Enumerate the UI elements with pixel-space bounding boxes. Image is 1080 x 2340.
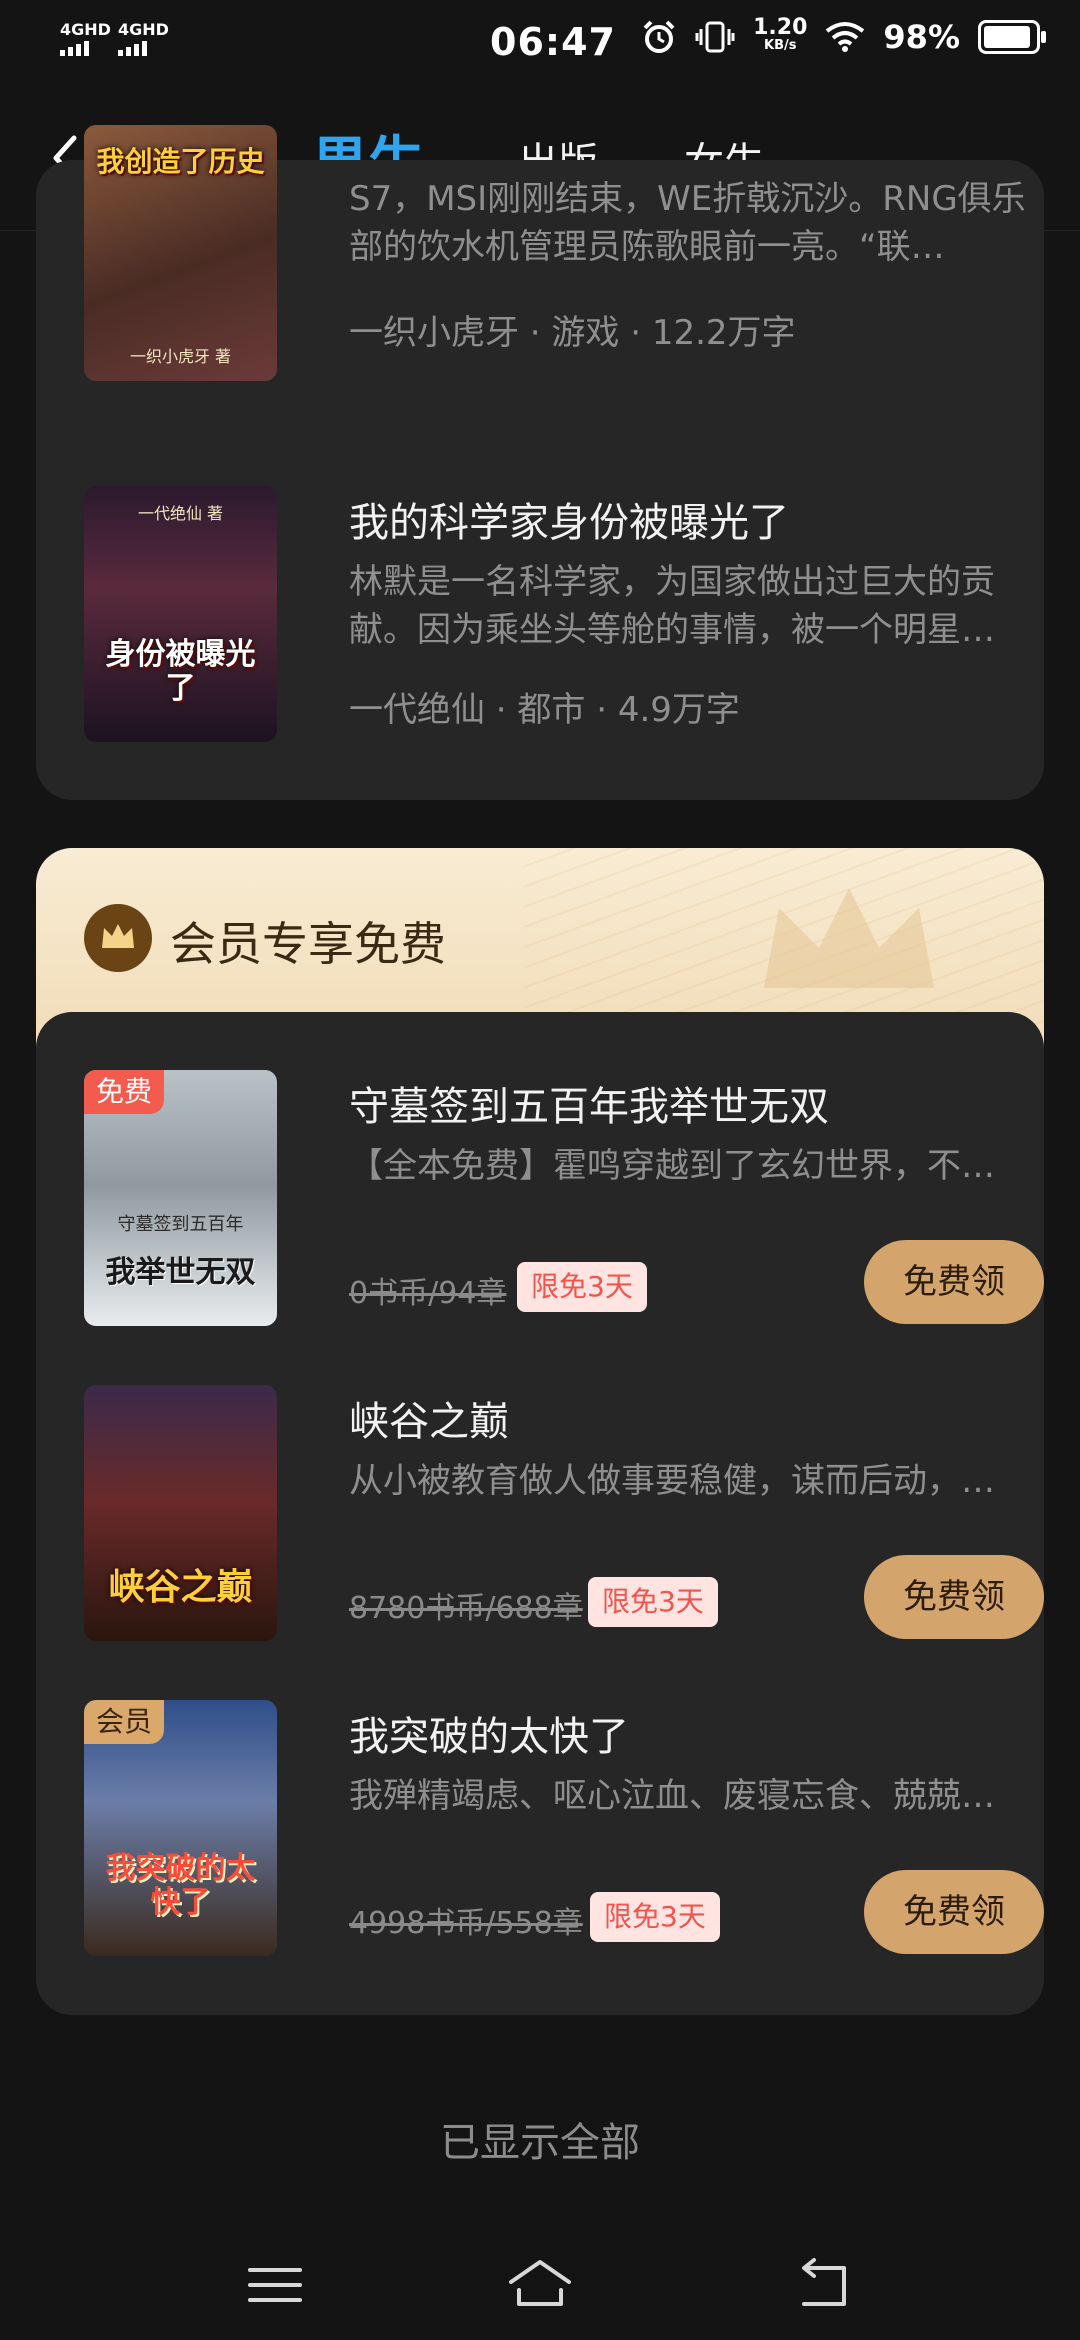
limited-free-badge: 限免3天 xyxy=(590,1892,720,1942)
home-icon[interactable] xyxy=(505,2250,575,2320)
book-description: 从小被教育做人做事要稳健，谋而后动，… xyxy=(349,1461,995,1501)
book-title[interactable]: 峡谷之巅 xyxy=(349,1389,509,1447)
book-cover[interactable]: 守墓签到五百年 我举世无双 免费 xyxy=(84,1070,277,1326)
vip-badge: 会员 xyxy=(84,1700,165,1744)
list-item[interactable]: 守墓签到五百年 我举世无双 免费 守墓签到五百年我举世无双 【全本免费】霍鸣穿越… xyxy=(84,1070,1044,1330)
signal-icon: 4GHD xyxy=(118,22,169,56)
original-price: 4998书币/558章 xyxy=(349,1906,583,1941)
book-description: 【全本免费】霍鸣穿越到了玄幻世界，不… xyxy=(349,1146,995,1186)
book-cover[interactable]: 一代绝仙 著 身份被曝光了 xyxy=(84,486,277,742)
menu-icon[interactable] xyxy=(240,2250,310,2320)
claim-free-button[interactable]: 免费领 xyxy=(864,1870,1044,1954)
book-title[interactable]: 我突破的太快了 xyxy=(349,1704,629,1762)
system-nav-bar xyxy=(0,2230,1080,2340)
book-cover[interactable]: 我突破的太快了 会员 xyxy=(84,1700,277,1956)
original-price: 8780书币/688章 xyxy=(349,1591,583,1626)
vip-section-title: 会员专享免费 xyxy=(170,917,446,971)
signal-icon: 4GHD xyxy=(60,22,111,56)
status-time: 06:47 xyxy=(490,20,616,64)
list-item[interactable]: 峡谷之巅 峡谷之巅 从小被教育做人做事要稳健，谋而后动，… 8780书币/688… xyxy=(84,1385,1044,1645)
book-description: S7，MSI刚刚结束，WE折戟沉沙。RNG俱乐部的饮水机管理员陈歌眼前一亮。“联… xyxy=(349,179,1026,267)
book-meta: 一织小虎牙 · 游戏 · 12.2万字 xyxy=(349,313,796,353)
crown-icon xyxy=(84,904,152,972)
back-nav-icon[interactable] xyxy=(790,2250,860,2320)
book-description: 我殚精竭虑、呕心泣血、废寝忘食、兢兢… xyxy=(349,1776,995,1816)
free-badge: 免费 xyxy=(84,1070,165,1114)
limited-free-badge: 限免3天 xyxy=(517,1262,647,1312)
vibrate-icon xyxy=(695,21,735,53)
book-list-card: 我创造了历史 一织小虎牙 著 S7，MSI刚刚结束，WE折戟沉沙。RNG俱乐部的… xyxy=(36,125,1044,800)
book-title[interactable]: 我的科学家身份被曝光了 xyxy=(349,490,789,548)
book-description: 林默是一名科学家，为国家做出过巨大的贡献。因为乘坐头等舱的事情，被一个明星… xyxy=(349,562,995,650)
list-item[interactable]: 我创造了历史 一织小虎牙 著 S7，MSI刚刚结束，WE折戟沉沙。RNG俱乐部的… xyxy=(84,125,1044,385)
vip-book-card: 守墓签到五百年 我举世无双 免费 守墓签到五百年我举世无双 【全本免费】霍鸣穿越… xyxy=(36,1012,1044,2015)
book-cover[interactable]: 峡谷之巅 xyxy=(84,1385,277,1641)
claim-free-button[interactable]: 免费领 xyxy=(864,1240,1044,1324)
list-item[interactable]: 我突破的太快了 会员 我突破的太快了 我殚精竭虑、呕心泣血、废寝忘食、兢兢… 4… xyxy=(84,1700,1044,1960)
crown-watermark-icon xyxy=(764,888,934,988)
alarm-icon xyxy=(643,20,675,53)
original-price: 0书币/94章 xyxy=(349,1276,507,1311)
status-bar: 4GHD 4GHD 06:47 1.20 KB/s 98% xyxy=(0,0,1080,88)
battery-percent: 98% xyxy=(883,18,960,56)
list-item[interactable]: 一代绝仙 著 身份被曝光了 我的科学家身份被曝光了 林默是一名科学家，为国家做出… xyxy=(84,486,1044,746)
book-cover[interactable]: 我创造了历史 一织小虎牙 著 xyxy=(84,125,277,381)
claim-free-button[interactable]: 免费领 xyxy=(864,1555,1044,1639)
battery-icon xyxy=(978,20,1046,54)
wifi-icon xyxy=(826,22,865,52)
book-title[interactable]: 守墓签到五百年我举世无双 xyxy=(349,1074,829,1132)
network-speed: 1.20 KB/s xyxy=(753,15,808,54)
limited-free-badge: 限免3天 xyxy=(588,1577,718,1627)
book-meta: 一代绝仙 · 都市 · 4.9万字 xyxy=(349,690,740,730)
end-of-list-text: 已显示全部 xyxy=(440,2120,640,2166)
